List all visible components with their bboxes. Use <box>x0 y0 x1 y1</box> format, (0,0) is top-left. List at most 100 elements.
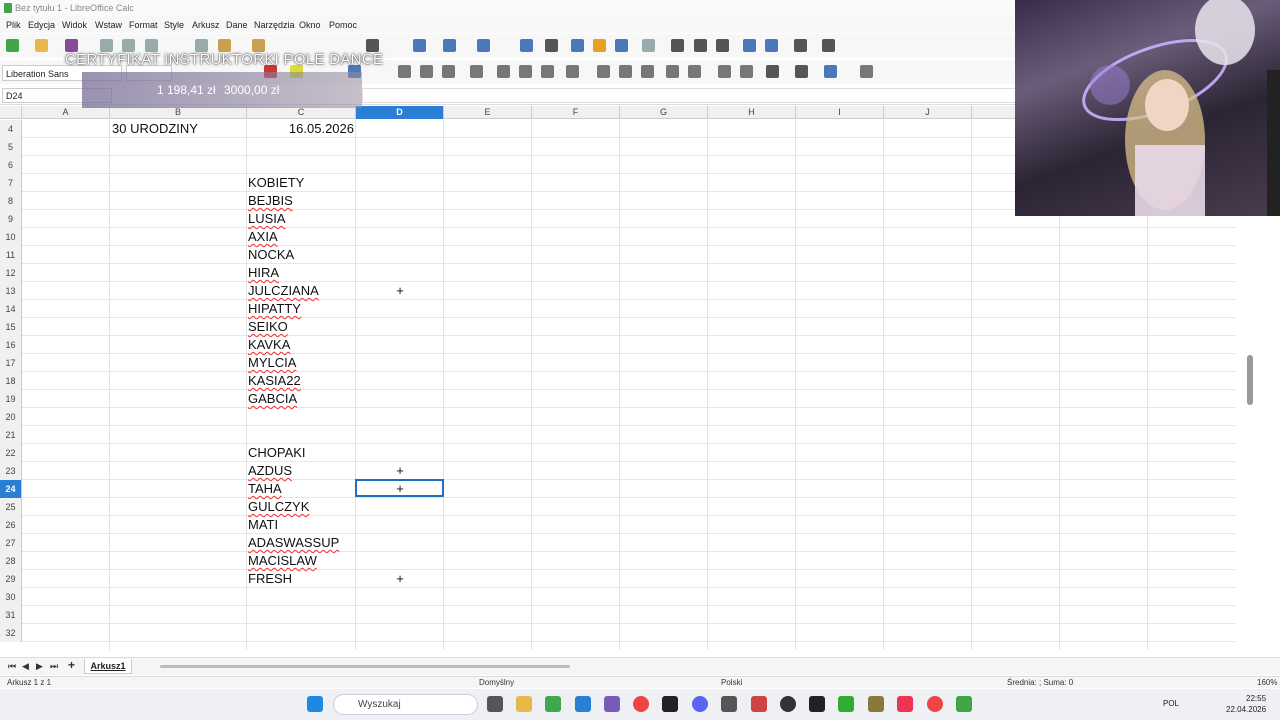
cell-c[interactable] <box>248 138 354 156</box>
cell-b[interactable] <box>112 354 246 372</box>
chart-icon[interactable] <box>593 39 606 52</box>
row-header[interactable]: 4 <box>0 120 22 138</box>
app2-icon[interactable] <box>721 696 737 712</box>
freeze-icon[interactable] <box>743 39 756 52</box>
cell-c[interactable] <box>248 408 354 426</box>
row-header[interactable]: 29 <box>0 570 22 588</box>
cell-c[interactable]: GULCZYK <box>248 498 354 516</box>
align-right-icon[interactable] <box>420 65 433 78</box>
row-header[interactable]: 5 <box>0 138 22 156</box>
row-header[interactable]: 17 <box>0 354 22 372</box>
status-page-style[interactable]: Domyślny <box>479 678 514 687</box>
column-header-f[interactable]: F <box>532 106 620 119</box>
cell-c[interactable]: MYLCIA <box>248 354 354 372</box>
delete-decimal-icon[interactable] <box>688 65 701 78</box>
app-icon[interactable] <box>604 696 620 712</box>
comment-icon[interactable] <box>694 39 707 52</box>
cell-b[interactable] <box>112 534 246 552</box>
cell-b[interactable] <box>112 390 246 408</box>
column-icon[interactable] <box>443 39 456 52</box>
cell-d[interactable] <box>356 498 444 516</box>
row-header[interactable]: 31 <box>0 606 22 624</box>
app3-icon[interactable] <box>751 696 767 712</box>
cell-d[interactable] <box>356 120 444 138</box>
cell-b[interactable] <box>112 228 246 246</box>
cell-c[interactable]: NOCKA <box>248 246 354 264</box>
cell-b[interactable] <box>112 570 246 588</box>
first-sheet-icon[interactable]: ⏮ <box>8 661 16 672</box>
row-header[interactable]: 14 <box>0 300 22 318</box>
cell-c[interactable]: LUSIA <box>248 210 354 228</box>
row-header[interactable]: 16 <box>0 336 22 354</box>
column-header-g[interactable]: G <box>620 106 708 119</box>
date-format-icon[interactable] <box>641 65 654 78</box>
obs-icon[interactable] <box>780 696 796 712</box>
menu-dane[interactable]: Dane <box>226 20 248 30</box>
cell-d[interactable] <box>356 246 444 264</box>
cell-c[interactable] <box>248 606 354 624</box>
tray-language[interactable]: POL <box>1163 699 1179 708</box>
cell-c[interactable]: AXIA <box>248 228 354 246</box>
row-header[interactable]: 12 <box>0 264 22 282</box>
number-format-icon[interactable] <box>619 65 632 78</box>
horizontal-scrollbar[interactable] <box>160 665 570 668</box>
menu-pomoc[interactable]: Pomoc <box>329 20 357 30</box>
cell-b[interactable] <box>112 624 246 642</box>
cell-b[interactable] <box>112 372 246 390</box>
cell-c[interactable]: JULCZIANA <box>248 282 354 300</box>
row-header[interactable]: 24 <box>0 480 22 498</box>
cell-d[interactable] <box>356 588 444 606</box>
borders-icon[interactable] <box>766 65 779 78</box>
row-header[interactable]: 15 <box>0 318 22 336</box>
cell-b[interactable] <box>112 192 246 210</box>
header-footer-icon[interactable] <box>716 39 729 52</box>
cell-b[interactable] <box>112 264 246 282</box>
cell-b[interactable]: 30 URODZINY <box>112 120 246 138</box>
row-header[interactable]: 18 <box>0 372 22 390</box>
cell-b[interactable] <box>112 210 246 228</box>
cell-b[interactable] <box>112 408 246 426</box>
percent-icon[interactable] <box>597 65 610 78</box>
cell-d[interactable] <box>356 138 444 156</box>
chrome2-icon[interactable] <box>927 696 943 712</box>
row-header[interactable]: 32 <box>0 624 22 642</box>
cell-b[interactable] <box>112 156 246 174</box>
cell-c[interactable]: SEIKO <box>248 318 354 336</box>
cell-c[interactable]: 16.05.2026 <box>248 120 354 138</box>
cell-d[interactable] <box>356 210 444 228</box>
menu-edycja[interactable]: Edycja <box>28 20 55 30</box>
hyperlink-icon[interactable] <box>671 39 684 52</box>
selected-cell-d24[interactable] <box>355 479 444 497</box>
cell-c[interactable]: MACISLAW <box>248 552 354 570</box>
cell-c[interactable]: HIRA <box>248 264 354 282</box>
file-explorer-icon[interactable] <box>516 696 532 712</box>
cell-c[interactable]: KASIA22 <box>248 372 354 390</box>
row-header[interactable]: 21 <box>0 426 22 444</box>
cell-c[interactable] <box>248 624 354 642</box>
cell-d[interactable] <box>356 426 444 444</box>
open-icon[interactable] <box>35 39 48 52</box>
row-header[interactable]: 6 <box>0 156 22 174</box>
row-header[interactable]: 13 <box>0 282 22 300</box>
row-header[interactable]: 19 <box>0 390 22 408</box>
decrease-indent-icon[interactable] <box>740 65 753 78</box>
cell-b[interactable] <box>112 336 246 354</box>
cell-b[interactable] <box>112 300 246 318</box>
column-header-h[interactable]: H <box>708 106 796 119</box>
row-header[interactable]: 8 <box>0 192 22 210</box>
row-header[interactable]: 22 <box>0 444 22 462</box>
currency-icon[interactable] <box>566 65 579 78</box>
taskbar-clock[interactable]: 22:55 22.04.2026 <box>1226 693 1266 715</box>
cell-d[interactable] <box>356 174 444 192</box>
cell-c[interactable] <box>248 426 354 444</box>
cell-c[interactable]: ADASWASSUP <box>248 534 354 552</box>
menu-wstaw[interactable]: Wstaw <box>95 20 122 30</box>
column-header-j[interactable]: J <box>884 106 972 119</box>
sheet-tab-arkusz1[interactable]: Arkusz1 <box>84 659 132 674</box>
minecraft-icon[interactable] <box>838 696 854 712</box>
cell-d[interactable] <box>356 444 444 462</box>
cell-d[interactable] <box>356 228 444 246</box>
merge-icon[interactable] <box>477 39 490 52</box>
cell-c[interactable]: CHOPAKI <box>248 444 354 462</box>
row-header[interactable]: 11 <box>0 246 22 264</box>
